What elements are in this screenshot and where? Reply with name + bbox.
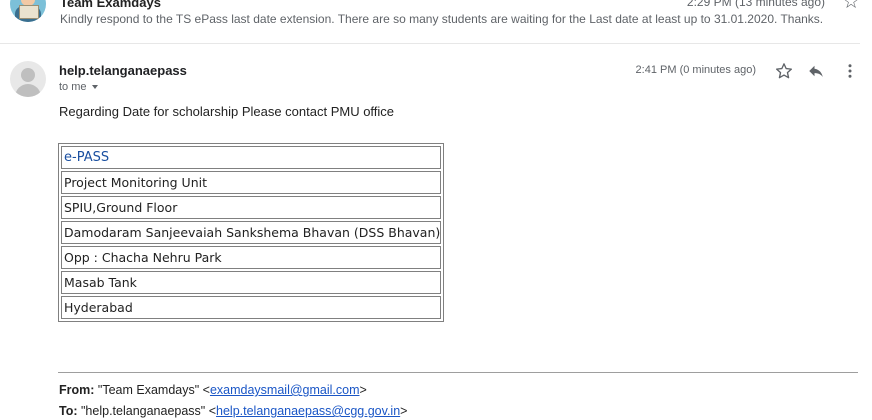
reply-button[interactable] [805,60,827,82]
contact-cell-floor: SPIU,Ground Floor [61,196,442,219]
contact-cell-landmark: Opp : Chacha Nehru Park [61,246,442,269]
contact-cell-epass: e-PASS [61,146,442,169]
quoted-from-close: > [359,383,367,397]
reply-icon [809,65,823,77]
contact-cell-city: Hyderabad [61,296,442,319]
quoted-to-email-link[interactable]: help.telanganaepass@cgg.gov.in [216,404,400,418]
more-vert-icon [848,64,852,78]
quoted-from-label: From: [59,383,95,397]
quoted-to-label: To: [59,404,78,418]
recipient-details-toggle[interactable]: to me [59,81,98,93]
more-options-button[interactable] [839,60,861,82]
contact-cell-area: Masab Tank [61,271,442,294]
chevron-down-icon[interactable] [91,85,98,89]
star-icon [775,63,793,79]
message-time: 2:41 PM (0 minutes ago) [635,64,756,76]
previous-message-snippet[interactable]: Kindly respond to the TS ePass last date… [60,12,823,26]
previous-sender-name: Team Examdays [60,0,161,10]
previous-message-time: 2:29 PM (13 minutes ago) [686,0,825,9]
table-row: Opp : Chacha Nehru Park [61,246,442,269]
message-body-text: Regarding Date for scholarship Please co… [59,104,395,119]
table-row: Damodaram Sanjeevaiah Sankshema Bhavan (… [61,221,442,244]
quoted-from-name: "Team Examdays" < [97,383,210,397]
quoted-from-line: From: "Team Examdays" <examdaysmail@gmai… [59,383,367,397]
table-row: Masab Tank [61,271,442,294]
sender-avatar[interactable] [10,61,46,97]
table-row: Project Monitoring Unit [61,171,442,194]
recipient-label: to me [59,81,87,93]
table-row: SPIU,Ground Floor [61,196,442,219]
team-examdays-avatar[interactable] [10,0,46,22]
contact-cell-building: Damodaram Sanjeevaiah Sankshema Bhavan (… [61,221,442,244]
table-row: Hyderabad [61,296,442,319]
contact-cell-unit: Project Monitoring Unit [61,171,442,194]
previous-star-icon[interactable]: ☆ [842,0,860,12]
message-divider [0,43,860,44]
quoted-to-close: > [400,404,408,418]
quoted-to-name: "help.telanganaepass" < [81,404,217,418]
star-button[interactable] [773,60,795,82]
contact-table: e-PASS Project Monitoring Unit SPIU,Grou… [58,143,445,322]
sender-name[interactable]: help.telanganaepass [59,63,187,78]
table-row: e-PASS [61,146,442,169]
quoted-to-line: To: "help.telanganaepass" <help.telangan… [59,404,407,418]
quoted-from-email-link[interactable]: examdaysmail@gmail.com [210,383,360,397]
quoted-divider [58,372,858,373]
